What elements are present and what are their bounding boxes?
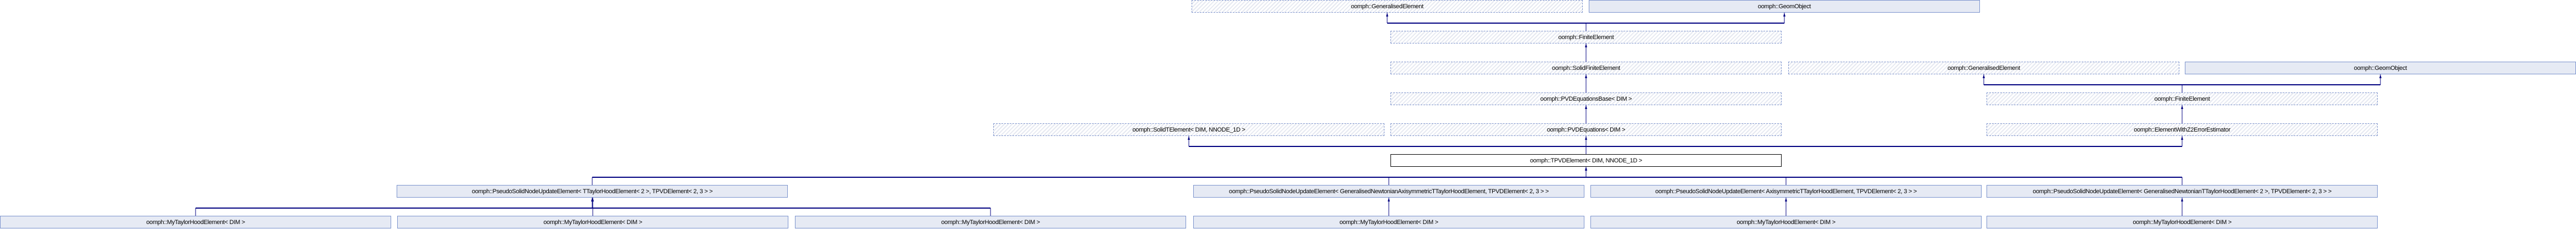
inheritance-arrowhead <box>1585 167 1587 171</box>
class-node-generalisedelement[interactable]: oomph::GeneralisedElement <box>1788 62 2179 74</box>
class-node-generalisedelement[interactable]: oomph::GeneralisedElement <box>1192 0 1583 13</box>
class-node-mytaylorhoodelement-dim[interactable]: oomph::MyTaylorHoodElement< DIM > <box>795 216 1186 228</box>
inheritance-arrowhead <box>2181 136 2183 140</box>
inheritance-arrowhead <box>1585 105 1587 109</box>
inheritance-arrowhead <box>1983 74 1985 78</box>
class-node-mytaylorhoodelement-dim[interactable]: oomph::MyTaylorHoodElement< DIM > <box>0 216 391 228</box>
class-node-pseudosolidnodeupdateelement-generalisednewtonianaxisymmetricttaylorhoodelement-tpvdelement-2-3[interactable]: oomph::PseudoSolidNodeUpdateElement< Gen… <box>1193 185 1584 198</box>
inheritance-arrowhead <box>1783 13 1785 17</box>
class-node-geomobject[interactable]: oomph::GeomObject <box>1589 0 1980 13</box>
inheritance-arrowhead <box>2181 105 2183 109</box>
inheritance-arrowhead <box>2181 198 2183 201</box>
class-node-geomobject[interactable]: oomph::GeomObject <box>2185 62 2576 74</box>
inheritance-arrowhead <box>1386 13 1388 17</box>
inheritance-arrowhead <box>1585 43 1587 47</box>
inheritance-arrowhead <box>1785 198 1787 201</box>
class-node-pvdequationsbase-dim[interactable]: oomph::PVDEquationsBase< DIM > <box>1390 92 1782 105</box>
inheritance-arrowhead <box>1388 198 1390 201</box>
class-node-pseudosolidnodeupdateelement-generalisednewtonianttaylorhoodelement-2-tpvdelement-2-3[interactable]: oomph::PseudoSolidNodeUpdateElement< Gen… <box>1987 185 2378 198</box>
class-node-finiteelement[interactable]: oomph::FiniteElement <box>1390 31 1782 43</box>
class-node-pseudosolidnodeupdateelement-ttaylorhoodelement-2-tpvdelement-2-3[interactable]: oomph::PseudoSolidNodeUpdateElement< TTa… <box>397 185 788 198</box>
class-node-solidtelement-dim-nnode-1d[interactable]: oomph::SolidTElement< DIM, NNODE_1D > <box>993 123 1384 136</box>
class-node-mytaylorhoodelement-dim[interactable]: oomph::MyTaylorHoodElement< DIM > <box>1193 216 1584 228</box>
inheritance-arrowhead <box>1585 74 1587 78</box>
class-node-mytaylorhoodelement-dim[interactable]: oomph::MyTaylorHoodElement< DIM > <box>1987 216 2378 228</box>
class-node-mytaylorhoodelement-dim[interactable]: oomph::MyTaylorHoodElement< DIM > <box>397 216 788 228</box>
inheritance-arrowhead <box>1188 136 1190 140</box>
class-node-pvdequations-dim[interactable]: oomph::PVDEquations< DIM > <box>1390 123 1782 136</box>
class-node-elementwithz2errorestimator[interactable]: oomph::ElementWithZ2ErrorEstimator <box>1987 123 2378 136</box>
inheritance-arrowhead <box>2379 74 2382 78</box>
class-node-tpvdelement-dim-nnode-1d[interactable]: oomph::TPVDElement< DIM, NNODE_1D > <box>1390 154 1782 167</box>
inheritance-diagram: oomph::GeneralisedElementoomph::GeomObje… <box>0 0 2576 229</box>
class-node-pseudosolidnodeupdateelement-axisymmetricttaylorhoodelement-tpvdelement-2-3[interactable]: oomph::PseudoSolidNodeUpdateElement< Axi… <box>1590 185 1982 198</box>
class-node-finiteelement[interactable]: oomph::FiniteElement <box>1987 92 2378 105</box>
class-node-solidfiniteelement[interactable]: oomph::SolidFiniteElement <box>1390 62 1782 74</box>
class-node-mytaylorhoodelement-dim[interactable]: oomph::MyTaylorHoodElement< DIM > <box>1590 216 1982 228</box>
inheritance-arrowhead <box>1585 136 1587 140</box>
